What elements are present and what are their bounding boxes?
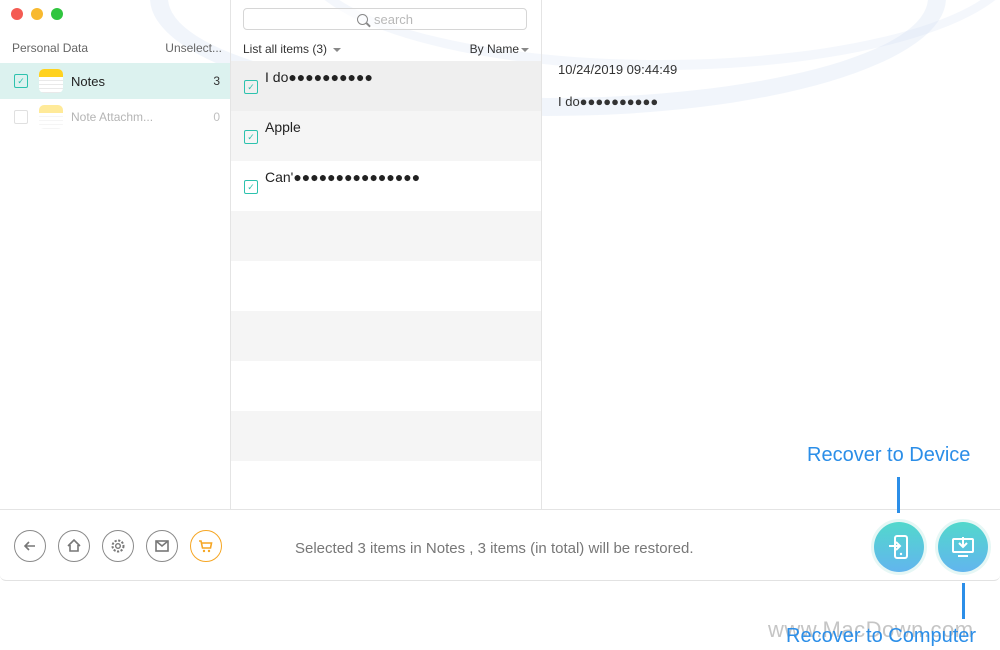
- chevron-down-icon: [333, 47, 342, 52]
- sidebar-item-note-attachments[interactable]: Note Attachm... 0: [0, 99, 230, 135]
- note-title: Apple: [265, 119, 301, 135]
- note-attachments-icon: [39, 105, 63, 129]
- list-toolbar: List all items (3) By Name: [243, 42, 529, 56]
- note-body: I do●●●●●●●●●●: [558, 94, 659, 109]
- sort-label: By Name: [469, 42, 519, 56]
- back-button[interactable]: [14, 530, 46, 562]
- sidebar-item-label: Notes: [71, 73, 105, 89]
- note-title: I do●●●●●●●●●●: [265, 69, 373, 85]
- items-list-pane: search List all items (3) By Name ✓ I do…: [231, 0, 542, 509]
- search-icon: [356, 13, 368, 25]
- category-sidebar: Personal Data Unselect... ✓ Notes 3 Note…: [0, 0, 231, 509]
- checkbox-checked[interactable]: ✓: [244, 130, 258, 144]
- search-placeholder: search: [373, 11, 414, 27]
- note-title: Can'●●●●●●●●●●●●●●●: [265, 169, 421, 185]
- empty-row: [231, 211, 541, 261]
- filter-label: List all items (3): [243, 42, 328, 56]
- checkbox-unchecked[interactable]: [14, 110, 28, 124]
- checkbox-checked[interactable]: ✓: [14, 74, 28, 88]
- chevron-down-icon: [521, 47, 529, 52]
- phone-import-icon: [889, 535, 908, 559]
- back-icon: [23, 541, 35, 551]
- search-input[interactable]: search: [243, 8, 527, 30]
- sidebar-item-count: 0: [213, 110, 220, 124]
- home-icon: [67, 538, 81, 552]
- feedback-button[interactable]: [146, 530, 178, 562]
- unselect-all-button[interactable]: Unselect...: [165, 41, 222, 55]
- home-button[interactable]: [58, 530, 90, 562]
- list-item[interactable]: ✓ Apple: [231, 111, 541, 161]
- sidebar-item-label: Note Attachm...: [71, 110, 154, 124]
- settings-icon: [111, 539, 125, 553]
- empty-row: [231, 311, 541, 361]
- note-detail-pane: 10/24/2019 09:44:49 I do●●●●●●●●●●: [542, 0, 1000, 509]
- sidebar-header: Personal Data Unselect...: [12, 41, 222, 55]
- sort-dropdown[interactable]: By Name: [470, 42, 529, 56]
- list-item[interactable]: ✓ I do●●●●●●●●●●: [231, 61, 541, 111]
- settings-button[interactable]: [102, 530, 134, 562]
- sidebar-item-count: 3: [213, 74, 220, 88]
- notes-list: ✓ I do●●●●●●●●●● ✓ Apple ✓ Can'●●●●●●●●●…: [231, 61, 541, 511]
- sidebar-title: Personal Data: [12, 41, 89, 55]
- cart-icon: [199, 540, 213, 553]
- empty-row: [231, 361, 541, 411]
- selection-status: Selected 3 items in Notes , 3 items (in …: [295, 540, 694, 557]
- checkbox-checked[interactable]: ✓: [244, 80, 258, 94]
- purchase-button[interactable]: [190, 530, 222, 562]
- checkbox-checked[interactable]: ✓: [244, 180, 258, 194]
- computer-download-icon: [952, 537, 974, 557]
- list-item[interactable]: ✓ Can'●●●●●●●●●●●●●●●: [231, 161, 541, 211]
- annotation-recover-device: Recover to Device: [807, 444, 971, 466]
- sidebar-item-notes[interactable]: ✓ Notes 3: [0, 63, 230, 99]
- empty-row: [231, 411, 541, 461]
- annotation-line: [962, 583, 965, 619]
- recover-to-device-button[interactable]: [874, 522, 924, 572]
- notes-app-icon: [39, 69, 63, 93]
- mail-icon: [155, 540, 169, 552]
- app-window: Personal Data Unselect... ✓ Notes 3 Note…: [0, 0, 1000, 581]
- note-date: 10/24/2019 09:44:49: [558, 62, 678, 77]
- annotation-line: [897, 477, 900, 513]
- filter-dropdown[interactable]: List all items (3): [243, 42, 342, 56]
- empty-row: [231, 261, 541, 311]
- annotation-recover-computer: Recover to Computer: [786, 625, 977, 647]
- empty-row: [231, 461, 541, 511]
- bottom-toolbar: Selected 3 items in Notes , 3 items (in …: [0, 509, 1000, 580]
- recover-to-computer-button[interactable]: [938, 522, 988, 572]
